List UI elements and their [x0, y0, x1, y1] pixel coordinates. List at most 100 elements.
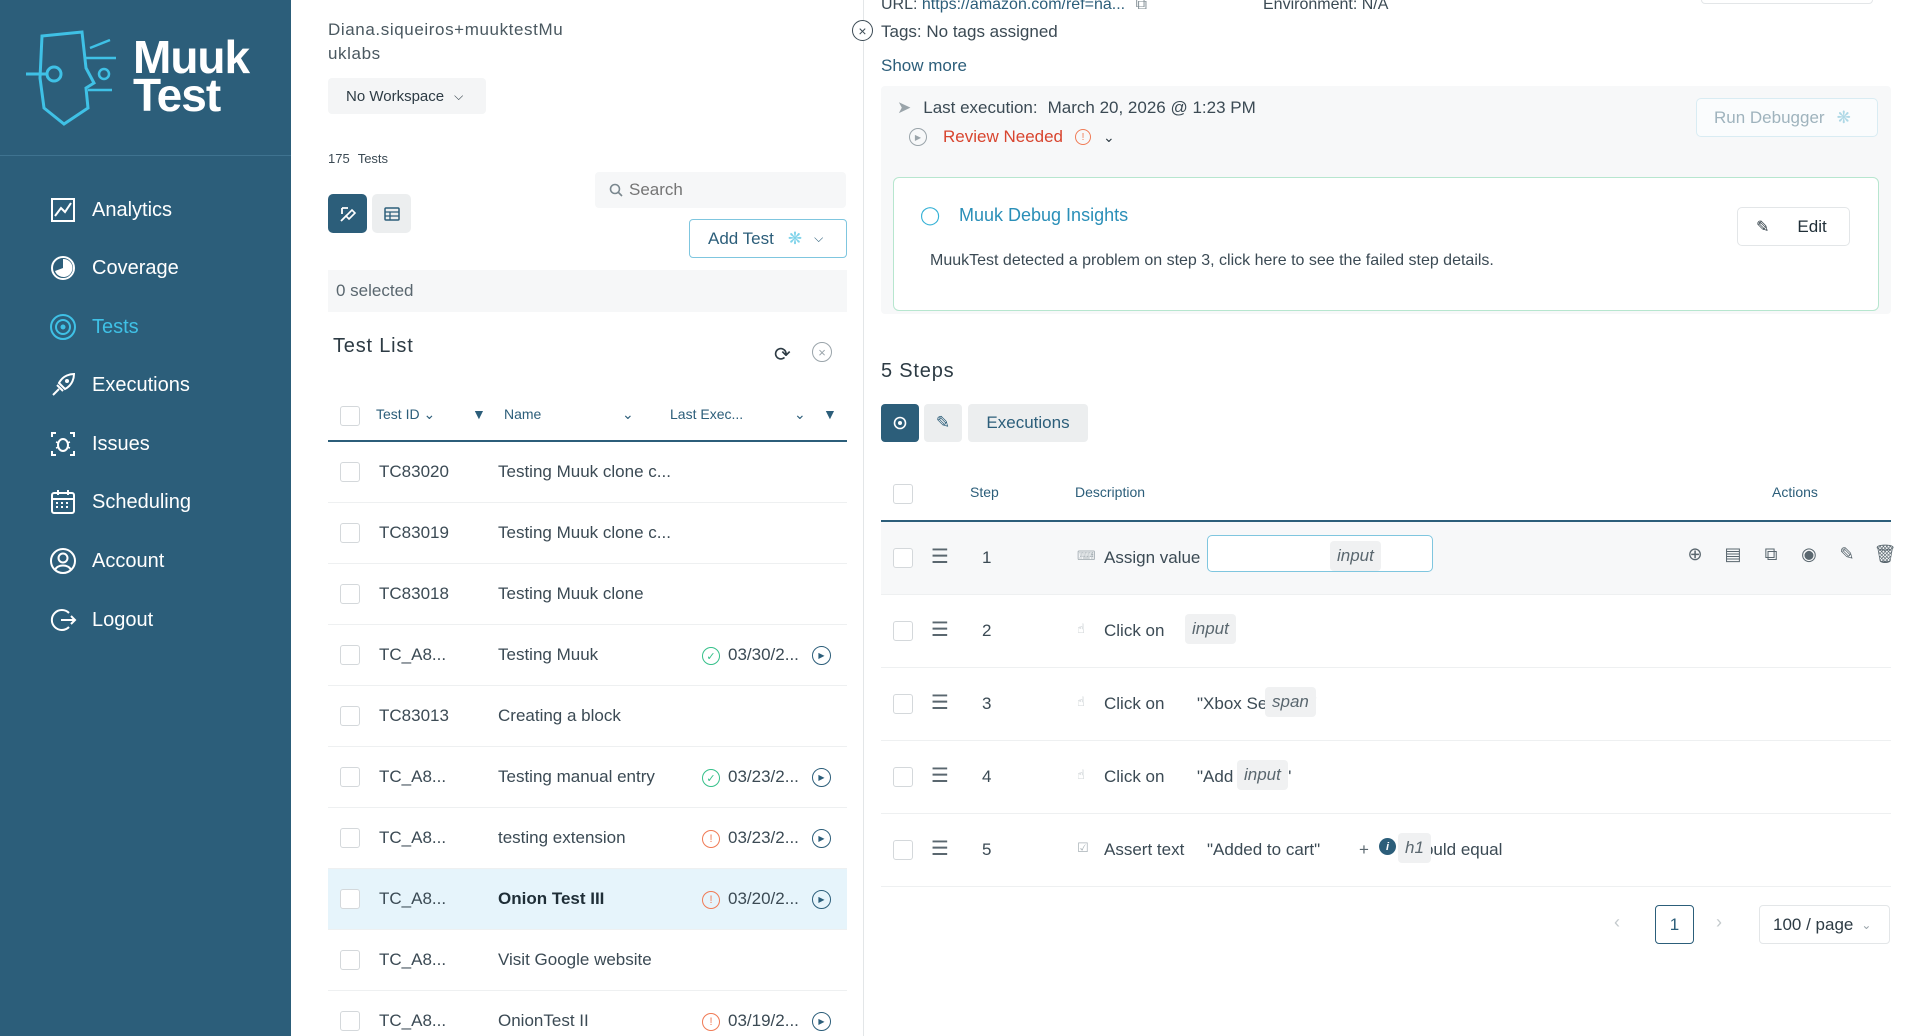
show-more-link[interactable]: Show more — [881, 56, 967, 76]
steps-view-button[interactable] — [881, 404, 919, 442]
close-panel-icon[interactable]: × — [852, 20, 873, 41]
column-test-id[interactable]: Test ID ⌄ — [376, 406, 435, 423]
table-row[interactable]: TC83019 Testing Muuk clone c... — [328, 503, 847, 564]
test-name[interactable]: Testing Muuk — [498, 645, 598, 665]
add-test-button[interactable]: Add Test ❋ ⌵ — [689, 219, 847, 258]
row-checkbox[interactable] — [340, 523, 360, 543]
copy-icon[interactable]: ⧉ — [1136, 0, 1147, 13]
chevron-down-icon[interactable]: ⌵ — [814, 231, 823, 246]
table-row[interactable]: TC_A8... testing extension! 03/23/2... ▶ — [328, 808, 847, 869]
step-row[interactable]: ☰4☝Click on"Add to cart"input — [881, 741, 1891, 814]
filter-icon[interactable]: ▼ — [823, 406, 837, 422]
table-row[interactable]: TC83018 Testing Muuk clone — [328, 564, 847, 625]
refresh-icon[interactable]: ⟳ — [774, 342, 791, 367]
test-name[interactable]: OnionTest II — [498, 1011, 589, 1031]
debug-insights-card[interactable]: ◯ Muuk Debug Insights MuukTest detected … — [893, 177, 1879, 311]
column-name-label[interactable]: Name — [504, 406, 541, 422]
trash-icon[interactable]: 🗑 — [1866, 544, 1904, 565]
row-checkbox[interactable] — [340, 645, 360, 665]
table-view-button[interactable] — [372, 194, 411, 233]
row-checkbox[interactable] — [340, 767, 360, 787]
insights-message[interactable]: MuukTest detected a problem on step 3, c… — [930, 252, 1494, 270]
top-action-button[interactable] — [1701, 0, 1873, 4]
drag-handle-icon[interactable]: ☰ — [931, 544, 949, 569]
assign-value-input[interactable] — [1207, 535, 1433, 572]
test-name[interactable]: Visit Google website — [498, 950, 652, 970]
step-row[interactable]: ☰2☝Click on"Go"input — [881, 595, 1891, 668]
play-icon[interactable]: ▶ — [812, 1012, 831, 1031]
filter-icon[interactable]: ▼ — [472, 406, 486, 422]
play-icon[interactable]: ▶ — [812, 768, 831, 787]
table-row[interactable]: TC_A8... Testing manual entry ✓ 03/23/2... ▶ — [328, 747, 847, 808]
column-last-exec[interactable]: Last Exec... — [670, 406, 743, 422]
test-name[interactable]: Creating a block — [498, 706, 621, 726]
test-name[interactable]: Onion Test III — [498, 889, 604, 909]
step-checkbox[interactable] — [893, 621, 913, 641]
sidebar-item-executions[interactable]: Executions — [48, 365, 190, 405]
sidebar-item-analytics[interactable]: Analytics — [48, 190, 172, 230]
chevron-down-icon[interactable]: ⌄ — [622, 406, 634, 423]
step-row[interactable]: ☰ 5 ☑ Assert text "Added to cart" + i should eq… — [881, 814, 1891, 887]
eye-icon[interactable]: ◉ — [1790, 544, 1828, 565]
row-checkbox[interactable] — [340, 706, 360, 726]
table-row[interactable]: TC_A8... Visit Google website — [328, 930, 847, 991]
step-checkbox[interactable] — [893, 767, 913, 787]
insights-title[interactable]: Muuk Debug Insights — [959, 205, 1128, 226]
row-checkbox[interactable] — [340, 889, 360, 909]
search-input[interactable] — [629, 180, 829, 200]
sidebar-item-account[interactable]: Account — [48, 541, 164, 581]
play-icon[interactable]: ▶ — [812, 646, 831, 665]
edit-icon[interactable]: ✎ — [1828, 544, 1866, 565]
steps-edit-view-button[interactable]: ✎ — [924, 404, 962, 442]
copy-icon[interactable]: ⧉ — [1752, 544, 1790, 565]
sidebar-item-scheduling[interactable]: Scheduling — [48, 482, 191, 522]
row-checkbox[interactable] — [340, 584, 360, 604]
sidebar-item-tests[interactable]: Tests — [48, 307, 139, 347]
play-icon[interactable]: ▶ — [812, 829, 831, 848]
step-checkbox[interactable] — [893, 694, 913, 714]
test-name[interactable]: Testing Muuk clone c... — [498, 462, 671, 482]
sidebar-item-coverage[interactable]: Coverage — [48, 248, 179, 288]
step-plus[interactable]: + — [1359, 840, 1369, 860]
test-name[interactable]: Testing Muuk clone — [498, 584, 644, 604]
flow-view-button[interactable] — [328, 194, 367, 233]
select-all-checkbox[interactable] — [340, 406, 360, 426]
sidebar-item-issues[interactable]: Issues — [48, 424, 150, 464]
info-icon[interactable]: i — [1379, 838, 1396, 855]
row-checkbox[interactable] — [340, 828, 360, 848]
step-checkbox[interactable] — [893, 548, 913, 568]
test-name[interactable]: Testing Muuk clone c... — [498, 523, 671, 543]
table-row[interactable]: TC_A8... OnionTest II! 03/19/2... ▶ — [328, 991, 847, 1036]
test-name[interactable]: testing extension — [498, 828, 626, 848]
chevron-down-icon[interactable]: ⌄ — [1103, 129, 1115, 146]
page-size-select[interactable]: 100 / page ⌄ — [1759, 905, 1890, 944]
test-name[interactable]: Testing manual entry — [498, 767, 655, 787]
row-checkbox[interactable] — [340, 950, 360, 970]
table-row[interactable]: TC_A8... Testing Muuk ✓ 03/30/2... ▶ — [328, 625, 847, 686]
step-checkbox[interactable] — [893, 840, 913, 860]
row-checkbox[interactable] — [340, 462, 360, 482]
step-row[interactable]: ☰ 3 ☝ Click on "Xbox Series X" span — [881, 668, 1891, 741]
clear-filters-icon[interactable]: × — [812, 342, 832, 362]
document-icon[interactable]: ▤ — [1714, 544, 1752, 565]
step-row[interactable]: ☰ 1 ⌨ Assign value input ⊕ ▤ ⧉ ◉ ✎ 🗑 — [881, 522, 1896, 595]
url-link[interactable]: https://amazon.com/ref=na... — [922, 0, 1125, 13]
drag-handle-icon[interactable]: ☰ — [931, 617, 949, 642]
workspace-dropdown[interactable]: No Workspace ⌵ — [328, 78, 486, 114]
drag-handle-icon[interactable]: ☰ — [931, 690, 949, 715]
chevron-down-icon[interactable]: ⌄ — [794, 406, 806, 423]
play-icon[interactable]: ▶ — [909, 128, 927, 146]
table-row[interactable]: TC83013 Creating a block — [328, 686, 847, 747]
step-argument[interactable]: "Added to cart" — [1207, 840, 1320, 860]
drag-handle-icon[interactable]: ☰ — [931, 763, 949, 788]
table-row[interactable]: TC83020 Testing Muuk clone c... — [328, 442, 847, 503]
add-step-icon[interactable]: ⊕ — [1676, 544, 1714, 565]
edit-button[interactable]: ✎ Edit — [1737, 207, 1850, 246]
drag-handle-icon[interactable]: ☰ — [931, 836, 949, 861]
table-row[interactable]: TC_A8... Onion Test III! 03/20/2... ▶ — [328, 869, 847, 930]
play-icon[interactable]: ▶ — [812, 890, 831, 909]
run-debugger-button[interactable]: Run Debugger ❋ — [1696, 98, 1878, 137]
tab-executions[interactable]: Executions — [968, 404, 1088, 442]
sidebar-item-logout[interactable]: Logout — [48, 600, 153, 640]
row-checkbox[interactable] — [340, 1011, 360, 1031]
